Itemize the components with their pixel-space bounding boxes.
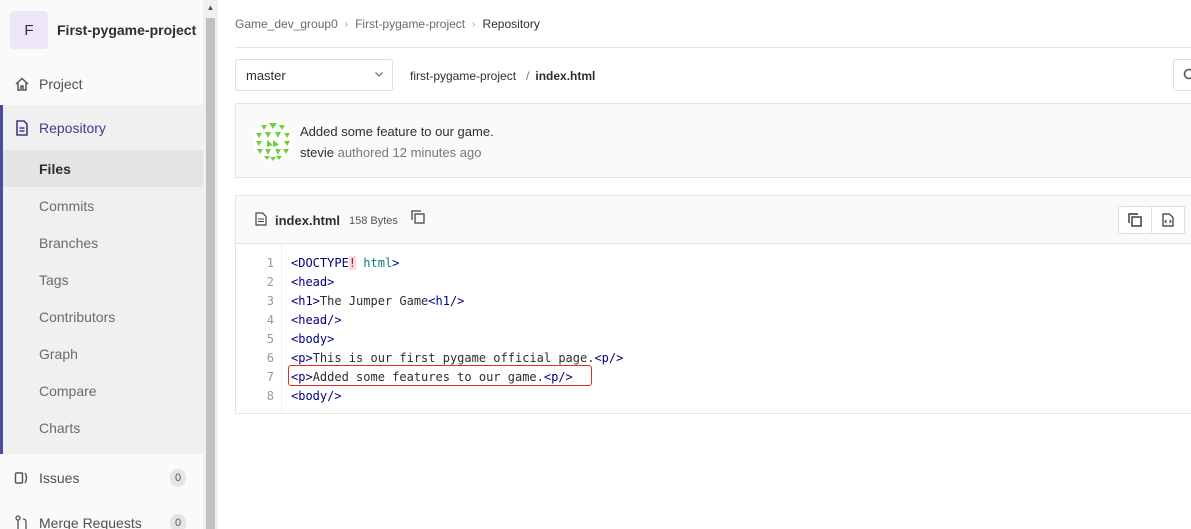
home-icon bbox=[14, 76, 30, 92]
sidebar-subitem-branches[interactable]: Branches bbox=[3, 224, 203, 261]
sidebar-subitem-graph[interactable]: Graph bbox=[3, 335, 203, 372]
commit-action: authored bbox=[337, 145, 389, 160]
code-token: The Jumper Game bbox=[319, 294, 429, 308]
copy-path-icon[interactable] bbox=[411, 210, 425, 229]
line-number[interactable]: 3 bbox=[236, 292, 274, 311]
chevron-right-icon: › bbox=[344, 18, 349, 30]
file-size: 158 Bytes bbox=[349, 215, 398, 227]
breadcrumb-current[interactable]: Repository bbox=[482, 17, 539, 31]
line-number[interactable]: 6 bbox=[236, 349, 274, 368]
scrollbar-thumb[interactable] bbox=[206, 18, 215, 529]
path-root-link[interactable]: first-pygame-project bbox=[410, 69, 516, 83]
gutter-divider bbox=[281, 244, 282, 413]
last-commit-panel: Added some feature to our game. stevie a… bbox=[235, 103, 1191, 178]
sidebar-subitem-commits[interactable]: Commits bbox=[3, 187, 203, 224]
sidebar-subitem-tags[interactable]: Tags bbox=[3, 261, 203, 298]
sidebar-scrollbar[interactable]: ▲ bbox=[203, 0, 218, 529]
commit-meta: stevie authored 12 minutes ago bbox=[300, 145, 481, 160]
project-header[interactable]: F First-pygame-project bbox=[10, 11, 196, 49]
line-number[interactable]: 8 bbox=[236, 387, 274, 406]
find-file-button[interactable] bbox=[1173, 59, 1191, 91]
code-token: <p> bbox=[291, 351, 313, 365]
line-number[interactable]: 7 bbox=[236, 368, 274, 387]
code-token: <p/> bbox=[594, 351, 624, 365]
sidebar-item-merge-requests[interactable]: Merge Requests 0 bbox=[0, 504, 203, 529]
author-identicon[interactable] bbox=[253, 121, 293, 161]
code-line: <body/> bbox=[291, 387, 623, 406]
code-line: <body> bbox=[291, 330, 623, 349]
commit-author[interactable]: stevie bbox=[300, 145, 334, 160]
sidebar-subitem-contributors[interactable]: Contributors bbox=[3, 298, 203, 335]
project-name[interactable]: First-pygame-project bbox=[57, 22, 196, 38]
file-header: index.html 158 Bytes bbox=[236, 196, 1191, 244]
code-token: ! bbox=[348, 256, 357, 270]
copy-source-button[interactable] bbox=[1118, 206, 1152, 234]
sidebar-item-repository[interactable]: Repository bbox=[0, 105, 203, 150]
line-numbers: 12345678 bbox=[236, 254, 274, 406]
code-line: <DOCTYPE! html> bbox=[291, 254, 623, 273]
branch-selector[interactable]: master bbox=[235, 59, 393, 91]
document-icon bbox=[14, 119, 30, 136]
code-view: 12345678 <DOCTYPE! html> <head> <h1>The Ju… bbox=[236, 244, 1191, 413]
code-token: <h1> bbox=[291, 294, 320, 308]
sidebar-subitem-files[interactable]: Files bbox=[3, 150, 203, 187]
code-line: <head> bbox=[291, 273, 623, 292]
code-token: <body> bbox=[291, 332, 335, 346]
file-actions bbox=[1118, 206, 1185, 234]
file-name: index.html bbox=[275, 213, 341, 228]
open-raw-button[interactable] bbox=[1151, 206, 1185, 234]
breadcrumb-project[interactable]: First-pygame-project bbox=[355, 17, 465, 31]
code-token: <body/> bbox=[291, 389, 342, 403]
sidebar-item-issues[interactable]: Issues 0 bbox=[0, 459, 203, 496]
sidebar-item-label: Repository bbox=[39, 119, 106, 136]
code-token: This is our first pygame official page. bbox=[312, 351, 595, 365]
line-number[interactable]: 4 bbox=[236, 311, 274, 330]
issues-icon bbox=[14, 470, 30, 486]
chevron-right-icon: › bbox=[472, 18, 476, 30]
main-content: Game_dev_group0 › First-pygame-project ›… bbox=[218, 0, 1191, 529]
commit-time: 12 minutes ago bbox=[392, 145, 482, 160]
code-token: html bbox=[363, 256, 393, 270]
line-number[interactable]: 1 bbox=[236, 254, 274, 273]
scroll-up-arrow-icon[interactable]: ▲ bbox=[203, 0, 218, 16]
breadcrumb-group[interactable]: Game_dev_group0 bbox=[235, 17, 338, 31]
code-token: <head> bbox=[291, 275, 335, 289]
copy-icon bbox=[1128, 213, 1142, 227]
issues-count-badge: 0 bbox=[170, 468, 186, 487]
line-number[interactable]: 2 bbox=[236, 273, 274, 292]
code-token: <DOCTYPE bbox=[291, 256, 349, 270]
highlight-box bbox=[288, 365, 592, 386]
sidebar-subitem-charts[interactable]: Charts bbox=[3, 409, 203, 446]
code-line: <h1>The Jumper Game<h1/> bbox=[291, 292, 623, 311]
sidebar-item-label: Merge Requests bbox=[39, 514, 142, 529]
code-line: <head/> bbox=[291, 311, 623, 330]
code-token: <h1/> bbox=[428, 294, 465, 308]
merge-request-icon bbox=[14, 514, 30, 529]
sidebar-item-project[interactable]: Project bbox=[0, 65, 203, 102]
raw-file-icon bbox=[1162, 213, 1174, 227]
line-number[interactable]: 5 bbox=[236, 330, 274, 349]
breadcrumb: Game_dev_group0 › First-pygame-project ›… bbox=[235, 17, 540, 31]
file-icon bbox=[255, 212, 267, 231]
sidebar: F First-pygame-project Project Repositor… bbox=[0, 0, 204, 529]
file-path: first-pygame-project / index.html bbox=[410, 69, 595, 83]
sidebar-subitem-compare[interactable]: Compare bbox=[3, 372, 203, 409]
search-icon bbox=[1183, 68, 1191, 80]
sidebar-item-label: Project bbox=[39, 75, 83, 92]
code-token: > bbox=[392, 256, 400, 270]
project-avatar: F bbox=[10, 11, 48, 49]
file-viewer: index.html 158 Bytes 12345678 <DOCTYPE! … bbox=[235, 195, 1191, 414]
sidebar-item-label: Issues bbox=[39, 469, 80, 486]
divider bbox=[235, 47, 1191, 48]
merge-requests-count-badge: 0 bbox=[170, 513, 186, 529]
path-file[interactable]: index.html bbox=[535, 69, 595, 83]
repository-submenu: Files Commits Branches Tags Contributors… bbox=[0, 150, 203, 454]
commit-title[interactable]: Added some feature to our game. bbox=[300, 124, 494, 139]
chevron-down-icon bbox=[374, 69, 384, 82]
path-separator: / bbox=[526, 69, 530, 83]
branch-selector-value: master bbox=[246, 67, 286, 83]
code-token: <head/> bbox=[291, 313, 342, 327]
